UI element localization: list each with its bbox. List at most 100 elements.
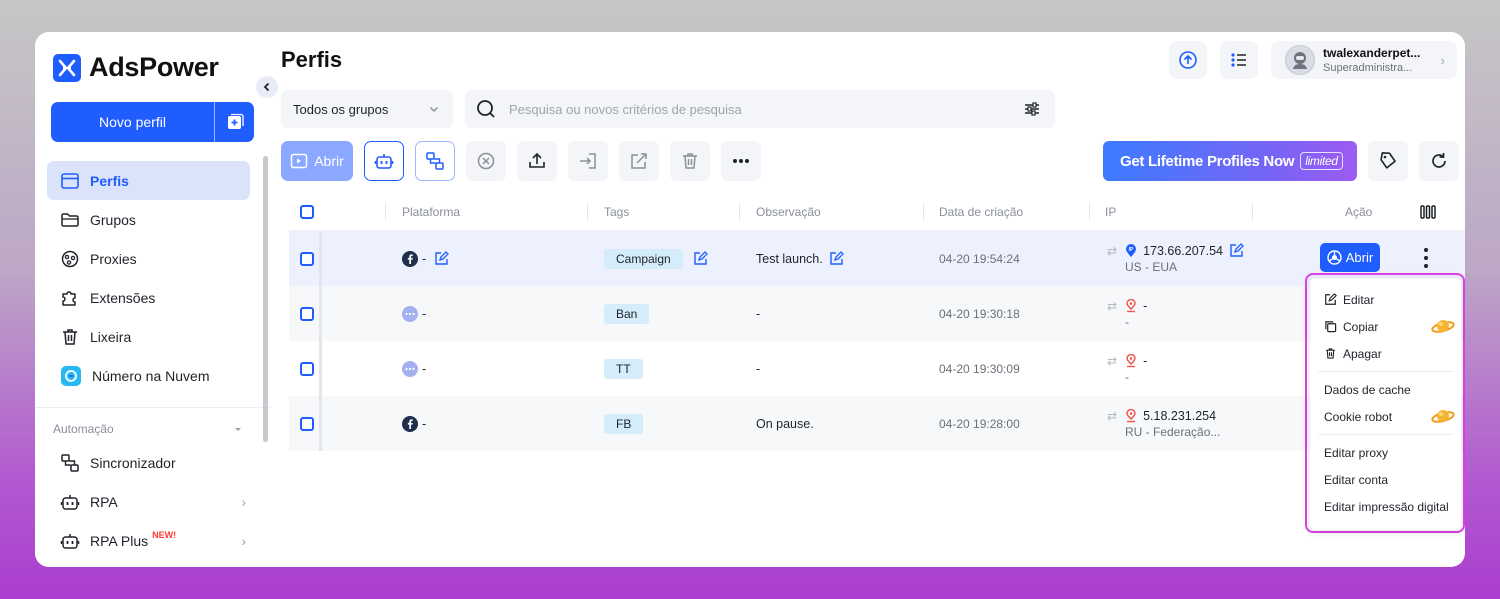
refresh-button[interactable] bbox=[1419, 141, 1459, 181]
tags-button[interactable] bbox=[1368, 141, 1408, 181]
open-selected-label: Abrir bbox=[314, 153, 344, 169]
row-checkbox[interactable] bbox=[300, 361, 314, 376]
menu-item-delete[interactable]: Apagar bbox=[1310, 340, 1461, 367]
robot-icon bbox=[60, 494, 80, 510]
created-cell: 04-20 19:54:24 bbox=[939, 251, 1020, 266]
ip-value: - bbox=[1143, 353, 1148, 368]
column-header-platform[interactable]: Plataforma bbox=[402, 192, 460, 231]
menu-item-edit-account[interactable]: Editar conta bbox=[1310, 466, 1461, 493]
column-header-ip[interactable]: IP bbox=[1105, 192, 1116, 231]
rpa-button[interactable] bbox=[364, 141, 404, 181]
premium-planet-icon bbox=[1431, 320, 1455, 333]
sidebar-item-sincronizador[interactable]: Sincronizador bbox=[47, 443, 250, 482]
sidebar-item-rpa[interactable]: RPA › bbox=[47, 482, 250, 521]
sidebar-item-grupos[interactable]: Grupos bbox=[47, 200, 250, 239]
automation-section-header[interactable]: Automação bbox=[53, 422, 243, 436]
open-profile-button[interactable]: Abrir bbox=[1320, 243, 1380, 272]
menu-divider bbox=[1318, 434, 1453, 435]
select-all-checkbox[interactable] bbox=[300, 204, 314, 219]
search-input[interactable]: Pesquisa ou novos critérios de pesquisa bbox=[465, 90, 1055, 128]
select-all-cell bbox=[300, 192, 314, 231]
sidebar-item-extensoes[interactable]: Extensões bbox=[47, 278, 250, 317]
new-profile-button[interactable]: Novo perfil bbox=[51, 102, 254, 142]
platform-cell: - bbox=[402, 231, 450, 286]
import-button[interactable] bbox=[568, 141, 608, 181]
collapse-sidebar-button[interactable] bbox=[256, 76, 278, 98]
astronaut-avatar-icon bbox=[1293, 52, 1307, 69]
row-checkbox[interactable] bbox=[300, 416, 314, 431]
sidebar-item-numero-na-nuvem[interactable]: Número na Nuvem bbox=[47, 356, 250, 395]
refresh-icon bbox=[1432, 153, 1446, 168]
column-divider bbox=[1252, 203, 1253, 220]
tag-badge: Campaign bbox=[604, 248, 683, 269]
adspower-logo-icon bbox=[53, 53, 81, 82]
user-role: Superadministra... bbox=[1323, 62, 1413, 74]
promo-tag: limited bbox=[1300, 152, 1343, 170]
sidebar-divider bbox=[35, 407, 271, 408]
page-title: Perfis bbox=[281, 47, 343, 72]
edit-icon[interactable] bbox=[693, 251, 708, 266]
row-more-menu-button[interactable] bbox=[1420, 245, 1432, 271]
chevron-right-icon: › bbox=[241, 493, 246, 510]
column-header-tags[interactable]: Tags bbox=[604, 192, 629, 231]
table-row[interactable]: - FB On pause. 04-20 19:28:00 ⇄ 5.18.231… bbox=[289, 396, 1465, 451]
new-profile-label[interactable]: Novo perfil bbox=[51, 102, 214, 142]
edit-icon[interactable] bbox=[829, 251, 844, 266]
sidebar-item-lixeira[interactable]: Lixeira bbox=[47, 317, 250, 356]
upload-sync-button[interactable] bbox=[1169, 41, 1207, 79]
sidebar-item-label: Proxies bbox=[90, 250, 137, 267]
swap-arrows-icon: ⇄ bbox=[1107, 353, 1118, 368]
lifetime-promo-banner[interactable]: Get Lifetime Profiles Now limited bbox=[1103, 141, 1357, 181]
column-header-note[interactable]: Observação bbox=[756, 192, 821, 231]
sidebar-item-label: Número na Nuvem bbox=[92, 367, 210, 384]
close-profiles-button[interactable] bbox=[466, 141, 506, 181]
sidebar-item-label: Grupos bbox=[90, 211, 136, 228]
user-account-menu[interactable]: twalexanderpet... Superadministra... › bbox=[1271, 41, 1457, 79]
delete-button[interactable] bbox=[670, 141, 710, 181]
upload-button[interactable] bbox=[517, 141, 557, 181]
sidebar-item-rpa-plus[interactable]: RPA Plus NEW! › bbox=[47, 521, 250, 560]
note-cell: On pause. bbox=[756, 416, 814, 431]
ip-cell: ⇄ - - bbox=[1107, 341, 1147, 396]
menu-item-edit[interactable]: Editar bbox=[1310, 286, 1461, 313]
edit-icon[interactable] bbox=[434, 251, 450, 266]
table-row[interactable]: - Ban - 04-20 19:30:18 ⇄ - - bbox=[289, 286, 1465, 341]
robot-icon bbox=[374, 154, 394, 169]
menu-item-edit-fingerprint[interactable]: Editar impressão digital bbox=[1310, 493, 1461, 520]
chevron-right-icon: › bbox=[241, 532, 246, 549]
open-selected-button[interactable]: Abrir bbox=[281, 141, 353, 181]
menu-item-copy[interactable]: Copiar bbox=[1310, 313, 1461, 340]
browser-window-icon bbox=[61, 172, 79, 189]
platform-cell: - bbox=[402, 286, 426, 341]
swap-arrows-icon: ⇄ bbox=[1107, 243, 1118, 258]
row-checkbox[interactable] bbox=[300, 251, 314, 266]
group-filter-select[interactable]: Todos os grupos bbox=[281, 90, 453, 128]
new-badge: NEW! bbox=[152, 529, 177, 540]
column-divider bbox=[1089, 203, 1090, 220]
batch-add-button[interactable] bbox=[214, 102, 254, 142]
table-row[interactable]: - TT - 04-20 19:30:09 ⇄ - - bbox=[289, 341, 1465, 396]
menu-item-label: Cookie robot bbox=[1324, 409, 1393, 424]
columns-icon bbox=[1420, 204, 1436, 219]
list-icon bbox=[1231, 53, 1246, 67]
menu-item-cache-data[interactable]: Dados de cache bbox=[1310, 376, 1461, 403]
filter-sliders-icon[interactable] bbox=[1023, 100, 1041, 118]
column-settings-button[interactable] bbox=[1420, 192, 1436, 231]
brand-name: AdsPower bbox=[89, 52, 219, 82]
table-row[interactable]: - Campaign Test launch. 04-20 19:54:24 ⇄… bbox=[289, 231, 1465, 286]
row-checkbox[interactable] bbox=[300, 306, 314, 321]
column-header-created[interactable]: Data de criação bbox=[939, 192, 1023, 231]
share-button[interactable] bbox=[619, 141, 659, 181]
sidebar-scrollbar[interactable] bbox=[263, 156, 268, 442]
sidebar-item-perfis[interactable]: Perfis bbox=[47, 161, 250, 200]
menu-divider bbox=[1318, 371, 1453, 372]
menu-item-cookie-robot[interactable]: Cookie robot bbox=[1310, 403, 1461, 430]
menu-item-label: Editar conta bbox=[1324, 472, 1389, 487]
row-sticky-edge bbox=[319, 231, 322, 286]
task-list-button[interactable] bbox=[1220, 41, 1258, 79]
sync-button[interactable] bbox=[415, 141, 455, 181]
more-actions-button[interactable] bbox=[721, 141, 761, 181]
sidebar-item-proxies[interactable]: Proxies bbox=[47, 239, 250, 278]
menu-item-edit-proxy[interactable]: Editar proxy bbox=[1310, 439, 1461, 466]
edit-icon[interactable] bbox=[1229, 243, 1244, 258]
